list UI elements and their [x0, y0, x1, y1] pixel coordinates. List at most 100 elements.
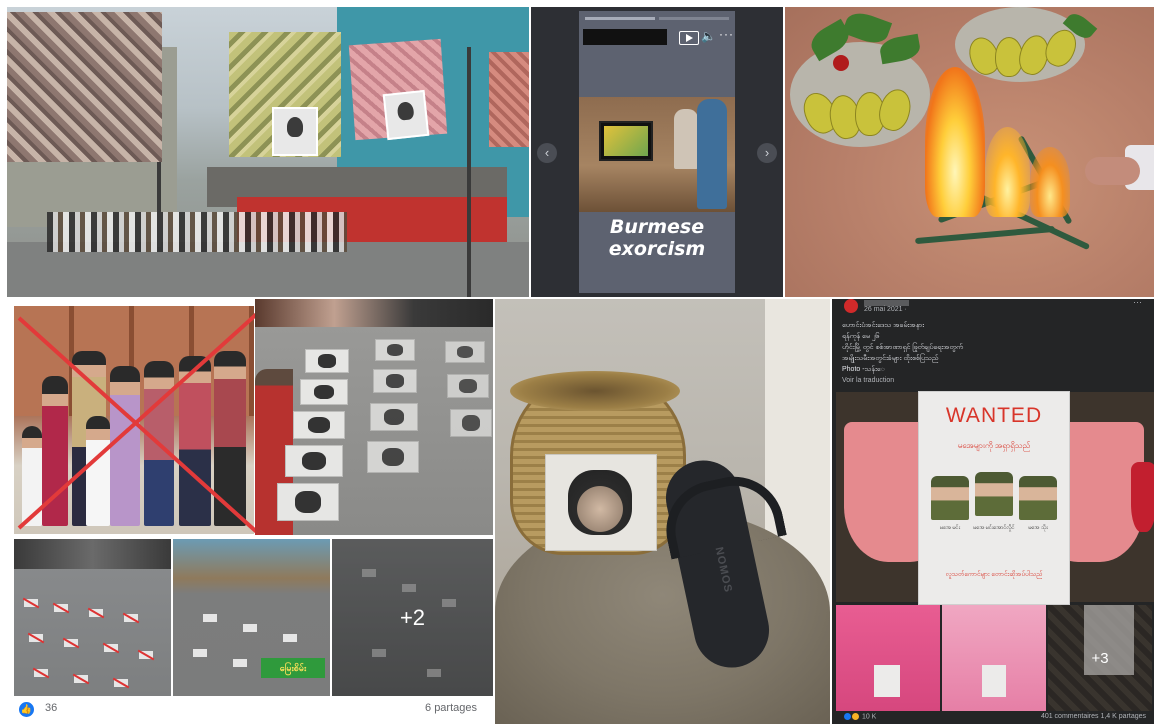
crossed-out-family-photo[interactable]	[14, 306, 259, 534]
street-marks-photo-2[interactable]: မြေးစိမ်း	[173, 539, 330, 696]
crossed-portrait	[89, 609, 103, 617]
crossed-portrait	[139, 651, 153, 659]
portrait-sheet	[450, 409, 492, 437]
portrait-sheet	[375, 339, 415, 361]
post-text-line: ဟောင်းပံအင်းဒေသ အခမ်းအနား	[842, 322, 925, 329]
video-frame	[579, 97, 735, 212]
portrait-sheet	[447, 374, 489, 398]
chevron-right-icon: ›	[764, 145, 770, 160]
street-marks-photo-1[interactable]	[14, 539, 171, 696]
facebook-post: 26 mai 2021 · ··· ဟောင်းပံအင်းဒေသ အခမ်းအ…	[832, 299, 1154, 724]
wanted-poster-photo[interactable]: WANTED မအေများကို အရှာရှိသည် မအေ မင်း မအ…	[836, 391, 1154, 605]
fire-flame	[1030, 147, 1070, 217]
elderly-woman	[674, 109, 698, 169]
hand	[1085, 157, 1140, 185]
mini-portrait	[874, 665, 900, 697]
chevron-left-icon: ‹	[544, 145, 550, 160]
portrait-poster	[382, 89, 430, 141]
basket-sandal-photo: NOMOS	[495, 299, 830, 724]
post-text-line: အမျိုးသမီးအတွင်းခံများ ထိုးစစ်ပြသည်	[842, 355, 939, 362]
mini-portrait	[982, 665, 1006, 697]
portrait-sheet	[285, 445, 343, 477]
crossed-portrait	[64, 639, 78, 647]
post-text-line: Photo -သန်းေ	[842, 366, 886, 373]
wanted-subtitle: မအေများကို အရှာရှိသည်	[957, 441, 1031, 450]
more-photos-overlay[interactable]: +2	[332, 539, 493, 696]
hanging-longyi-4	[489, 52, 529, 147]
upside-down-portrait	[545, 454, 657, 551]
photo-thumbnail[interactable]	[942, 605, 1046, 711]
portrait-sheet	[300, 379, 348, 405]
photo-thumbnail[interactable]	[836, 605, 940, 711]
post-date[interactable]: 26 mai 2021 ·	[864, 306, 907, 313]
portrait-sheet	[305, 349, 349, 373]
portraits-on-street-photo[interactable]	[255, 299, 493, 535]
portrait-sheet	[373, 369, 417, 393]
story-video-viewer: ‹ › 🔈 ··· Burmese exorcism	[531, 7, 783, 297]
child	[86, 416, 110, 526]
fire-flame	[985, 127, 1030, 217]
portrait-sheet	[367, 441, 419, 473]
haha-icon	[852, 713, 859, 720]
portrait-sheet	[445, 341, 485, 363]
social-post-collage: မြေးစိမ်း +2 👍 36 6 partages	[7, 299, 493, 724]
wanted-title: WANTED	[945, 404, 1043, 427]
portrait-poster	[272, 107, 318, 156]
reactions-summary[interactable]: 10 K	[844, 713, 876, 720]
people-legs	[255, 299, 493, 327]
utility-pole	[467, 47, 471, 297]
wanted-footer: လူသတ်ကောင်များ တောင်းဆိုအပ်ပါသည်	[945, 571, 1043, 578]
street-marks-photo-3[interactable]: +2	[332, 539, 493, 696]
more-options-icon[interactable]: ···	[1133, 299, 1142, 307]
portrait-sheet	[277, 483, 339, 521]
next-story-button[interactable]: ›	[757, 143, 777, 163]
more-photos-overlay[interactable]: +3	[1048, 605, 1152, 711]
burning-stick	[915, 225, 1055, 245]
portrait-on-road	[203, 614, 217, 622]
street-pole	[157, 157, 161, 247]
standing-person	[697, 99, 727, 209]
family-member	[110, 366, 140, 526]
portrait-on-road	[283, 634, 297, 642]
red-flower	[833, 55, 849, 71]
shares-count[interactable]: 6 partages	[425, 702, 477, 714]
street-protest-photo	[7, 7, 529, 297]
reaction-count: 10 K	[861, 713, 877, 721]
basket-rim	[510, 371, 680, 411]
general-name: မအေ မင်းအောင်လှိုင်	[973, 525, 1015, 531]
motorbikes	[14, 539, 171, 569]
play-icon[interactable]	[679, 31, 699, 45]
ritual-fire-photo	[785, 7, 1154, 297]
comments-shares[interactable]: 401 commentaires 1,4 K partages	[1041, 713, 1146, 720]
crossed-portrait	[29, 634, 43, 642]
general-portrait	[931, 476, 969, 520]
story-progress-bar	[585, 17, 655, 20]
fire-flame	[925, 67, 985, 217]
crossed-portrait	[104, 644, 118, 652]
general-portrait	[975, 472, 1013, 516]
general-portrait	[1019, 476, 1057, 520]
post-text-line: ရန်ကုန် မေ ၂၆	[842, 333, 880, 340]
speaker-icon[interactable]: 🔈	[701, 29, 716, 43]
shop-sign-banner: မြေးစိမ်း	[261, 658, 325, 678]
like-icon[interactable]: 👍	[19, 702, 34, 717]
post-footer: 👍 36 6 partages	[7, 699, 493, 724]
previous-story-button[interactable]: ‹	[537, 143, 557, 163]
television	[599, 121, 653, 161]
portrait-sheet	[293, 411, 345, 439]
like-icon	[844, 713, 851, 720]
portrait-on-road	[193, 649, 207, 657]
photo-thumbnail[interactable]: +3	[1048, 605, 1152, 711]
like-count[interactable]: 36	[45, 702, 57, 714]
story-card[interactable]: 🔈 ··· Burmese exorcism	[579, 11, 735, 293]
crossed-portrait	[74, 675, 88, 683]
redacted-account-name	[583, 29, 667, 45]
general-name: မအေ မင်း	[939, 525, 961, 531]
more-options-icon[interactable]: ···	[719, 27, 734, 41]
post-text-line: ဟိုင်းမြို့ တွင် စစ်အာဏာရှင် ဖြုတ်ချပ်ရေ…	[842, 344, 964, 351]
general-name: မအေ သိုး	[1028, 525, 1048, 531]
translate-link[interactable]: Voir la traduction	[842, 377, 894, 384]
portrait-on-road	[233, 659, 247, 667]
crossed-portrait	[114, 679, 128, 687]
avatar[interactable]	[844, 299, 858, 313]
